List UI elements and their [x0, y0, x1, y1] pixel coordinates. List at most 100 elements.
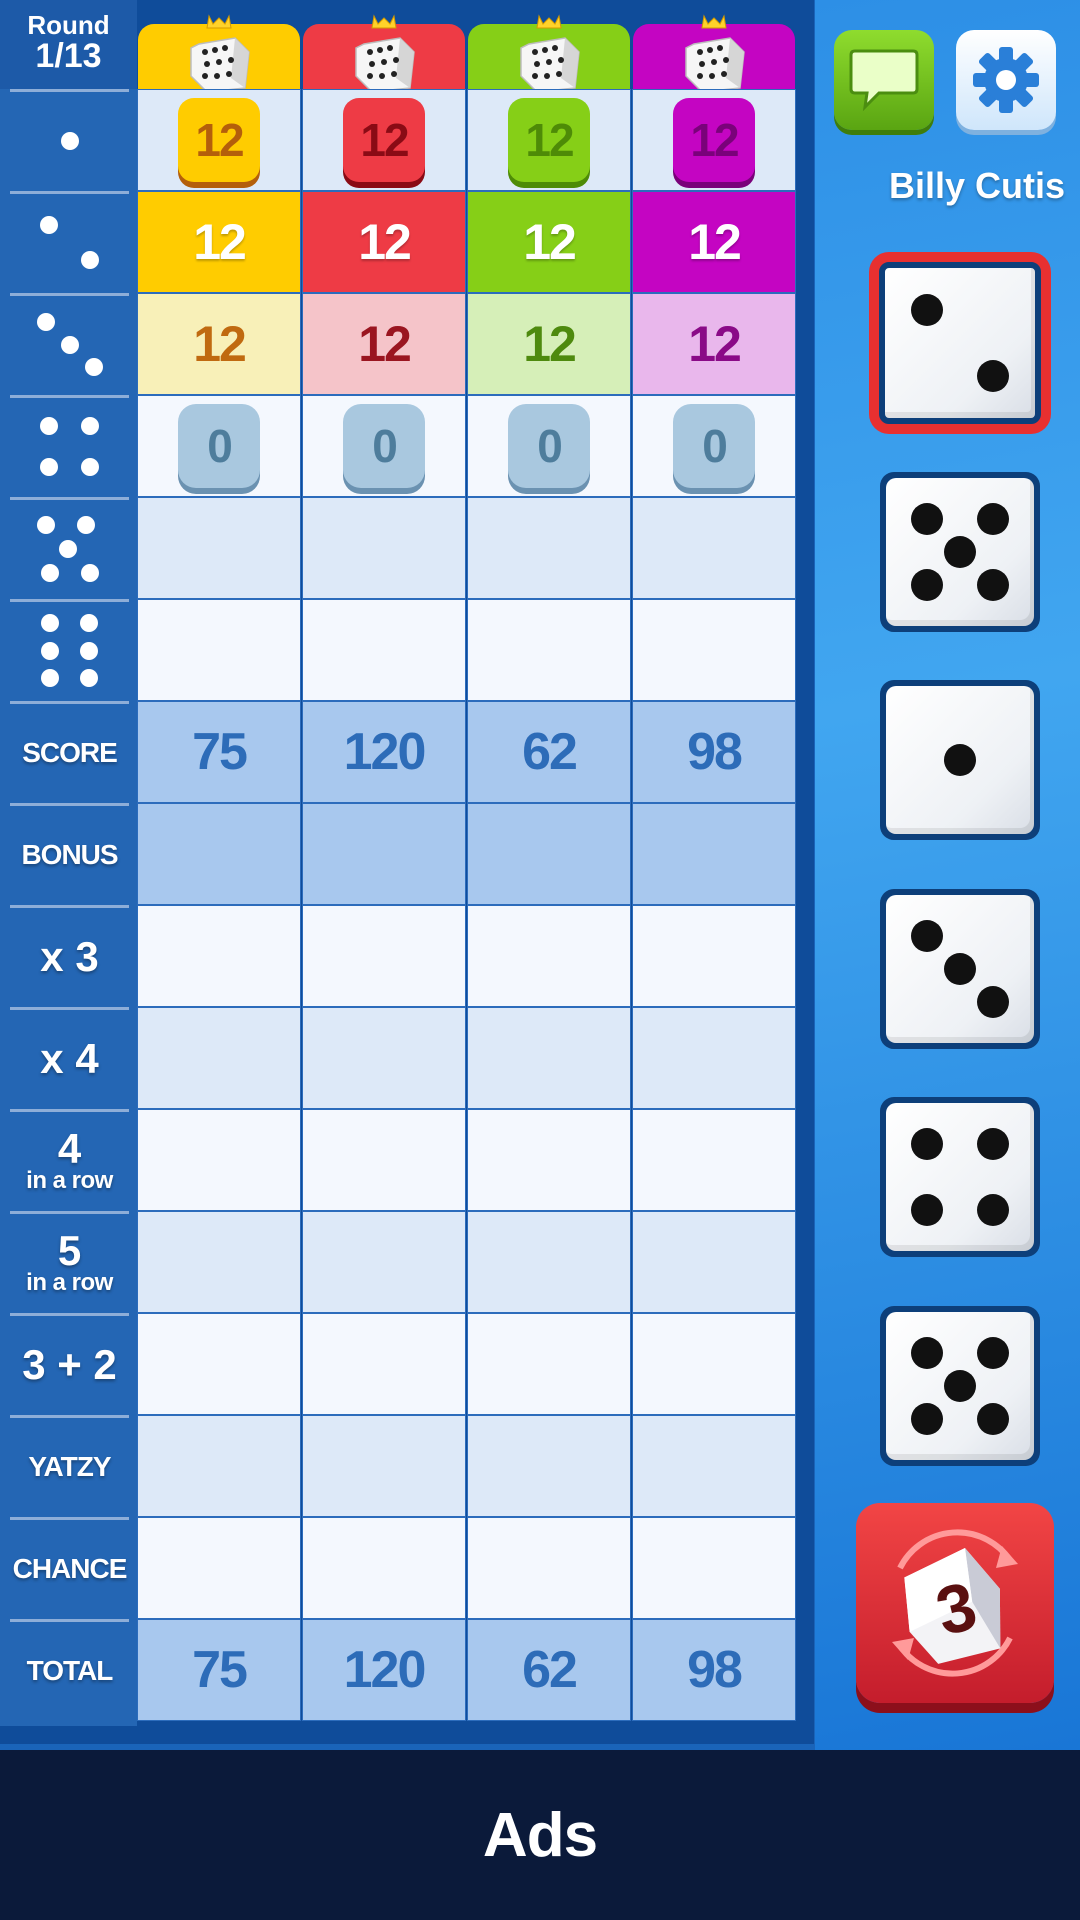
p4-score-cell: 98: [632, 701, 796, 803]
player-1-header: [138, 14, 300, 93]
current-player-name: Billy Cutis: [888, 165, 1065, 206]
p1-fives-cell[interactable]: [137, 497, 301, 599]
p1-full-house-cell[interactable]: [137, 1313, 301, 1415]
die-pip: [944, 1370, 976, 1402]
p2-five-in-a-row-cell[interactable]: [302, 1211, 466, 1313]
chat-bubble-icon: [849, 49, 919, 112]
p1-sixes-cell[interactable]: [137, 599, 301, 701]
p3-fives-cell[interactable]: [467, 497, 631, 599]
p4-x3-cell[interactable]: [632, 905, 796, 1007]
category-four-in-a-row-number: 4: [57, 1124, 82, 1172]
p3-four-in-a-row-cell[interactable]: [467, 1109, 631, 1211]
p4-ones-cell[interactable]: 12: [632, 89, 796, 191]
p2-fours-cell[interactable]: 0: [302, 395, 466, 497]
p1-score-cell: 75: [137, 701, 301, 803]
settings-button[interactable]: [956, 30, 1056, 130]
p3-full-house-cell[interactable]: [467, 1313, 631, 1415]
die-5[interactable]: [880, 1097, 1040, 1257]
p1-x4-cell[interactable]: [137, 1007, 301, 1109]
p2-yatzy-cell[interactable]: [302, 1415, 466, 1517]
category-five-in-a-row-number: 5: [57, 1226, 82, 1274]
p4-yatzy-cell[interactable]: [632, 1415, 796, 1517]
die-face: [886, 895, 1034, 1043]
p2-ones-cell[interactable]: 12: [302, 89, 466, 191]
category-x3-label: x 3: [40, 932, 99, 980]
p4-fours-cell[interactable]: 0: [632, 395, 796, 497]
p2-sixes-cell[interactable]: [302, 599, 466, 701]
p1-fours-cell[interactable]: 0: [137, 395, 301, 497]
chat-button[interactable]: [834, 30, 934, 130]
category-total-label: TOTAL: [26, 1654, 114, 1686]
category-score: SCORE: [10, 701, 129, 801]
category-five-in-a-row-sub: in a row: [26, 1268, 113, 1296]
p1-yatzy-cell[interactable]: [137, 1415, 301, 1517]
p3-x4-cell[interactable]: [467, 1007, 631, 1109]
p3-fours-cell[interactable]: 0: [467, 395, 631, 497]
round-indicator: Round 1/13: [0, 0, 137, 89]
six-pip-icon: [30, 611, 110, 691]
player-3-header: [468, 14, 630, 93]
category-yatzy-label: YATZY: [28, 1450, 111, 1482]
p4-chance-cell[interactable]: [632, 1517, 796, 1619]
p4-five-in-a-row-cell[interactable]: [632, 1211, 796, 1313]
p4-threes-cell: 12: [632, 293, 796, 395]
p3-ones-cell[interactable]: 12: [467, 89, 631, 191]
die-pip: [911, 568, 944, 601]
p4-fives-cell[interactable]: [632, 497, 796, 599]
die-pip: [911, 1128, 944, 1161]
three-pip-icon: [30, 305, 110, 385]
roll-dice-button[interactable]: 3: [856, 1503, 1054, 1703]
p2-total-cell: 120: [302, 1619, 466, 1721]
five-pip-icon: [30, 509, 110, 589]
p4-sixes-cell[interactable]: [632, 599, 796, 701]
p2-score-cell: 120: [302, 701, 466, 803]
p1-five-in-a-row-cell[interactable]: [137, 1211, 301, 1313]
p1-four-in-a-row-cell[interactable]: [137, 1109, 301, 1211]
die-body: [880, 472, 1040, 632]
p1-x3-cell[interactable]: [137, 905, 301, 1007]
p2-four-in-a-row-cell[interactable]: [302, 1109, 466, 1211]
ad-banner[interactable]: Ads: [0, 1750, 1080, 1920]
p1-chance-cell[interactable]: [137, 1517, 301, 1619]
p2-fives-cell[interactable]: [302, 497, 466, 599]
die-pip: [911, 1193, 944, 1226]
p2-full-house-cell[interactable]: [302, 1313, 466, 1415]
die-face: [886, 686, 1034, 834]
p3-chance-cell[interactable]: [467, 1517, 631, 1619]
die-pip: [976, 1337, 1009, 1370]
p3-yatzy-cell[interactable]: [467, 1415, 631, 1517]
p2-x4-cell[interactable]: [302, 1007, 466, 1109]
roll-dice-icon: 3: [892, 1529, 1018, 1677]
category-x3: x 3: [10, 905, 129, 1005]
p4-four-in-a-row-cell[interactable]: [632, 1109, 796, 1211]
p1-total-cell: 75: [137, 1619, 301, 1721]
p3-threes-cell: 12: [467, 293, 631, 395]
die-body: [880, 680, 1040, 840]
p3-x3-cell[interactable]: [467, 905, 631, 1007]
die-face: [886, 1103, 1034, 1251]
die-body: [880, 1097, 1040, 1257]
die-4[interactable]: [880, 889, 1040, 1049]
p3-sixes-cell[interactable]: [467, 599, 631, 701]
player-header-row: [137, 0, 797, 93]
p1-ones-cell[interactable]: 12: [137, 89, 301, 191]
p2-chance-cell[interactable]: [302, 1517, 466, 1619]
die-pip: [976, 503, 1009, 536]
die-face: [879, 262, 1041, 424]
die-6[interactable]: [880, 1306, 1040, 1466]
player-4-header: [633, 14, 795, 93]
die-face: [886, 478, 1034, 626]
die-pip: [976, 1128, 1009, 1161]
die-3[interactable]: [880, 680, 1040, 840]
gear-icon: [973, 47, 1039, 113]
die-2[interactable]: [880, 472, 1040, 632]
p3-five-in-a-row-cell[interactable]: [467, 1211, 631, 1313]
category-yatzy: YATZY: [10, 1415, 129, 1515]
score-option-tile: 0: [508, 404, 590, 488]
die-1[interactable]: [869, 252, 1051, 434]
p2-twos-cell: 12: [302, 191, 466, 293]
p4-x4-cell[interactable]: [632, 1007, 796, 1109]
four-pip-icon: [30, 407, 110, 487]
p4-full-house-cell[interactable]: [632, 1313, 796, 1415]
p2-x3-cell[interactable]: [302, 905, 466, 1007]
